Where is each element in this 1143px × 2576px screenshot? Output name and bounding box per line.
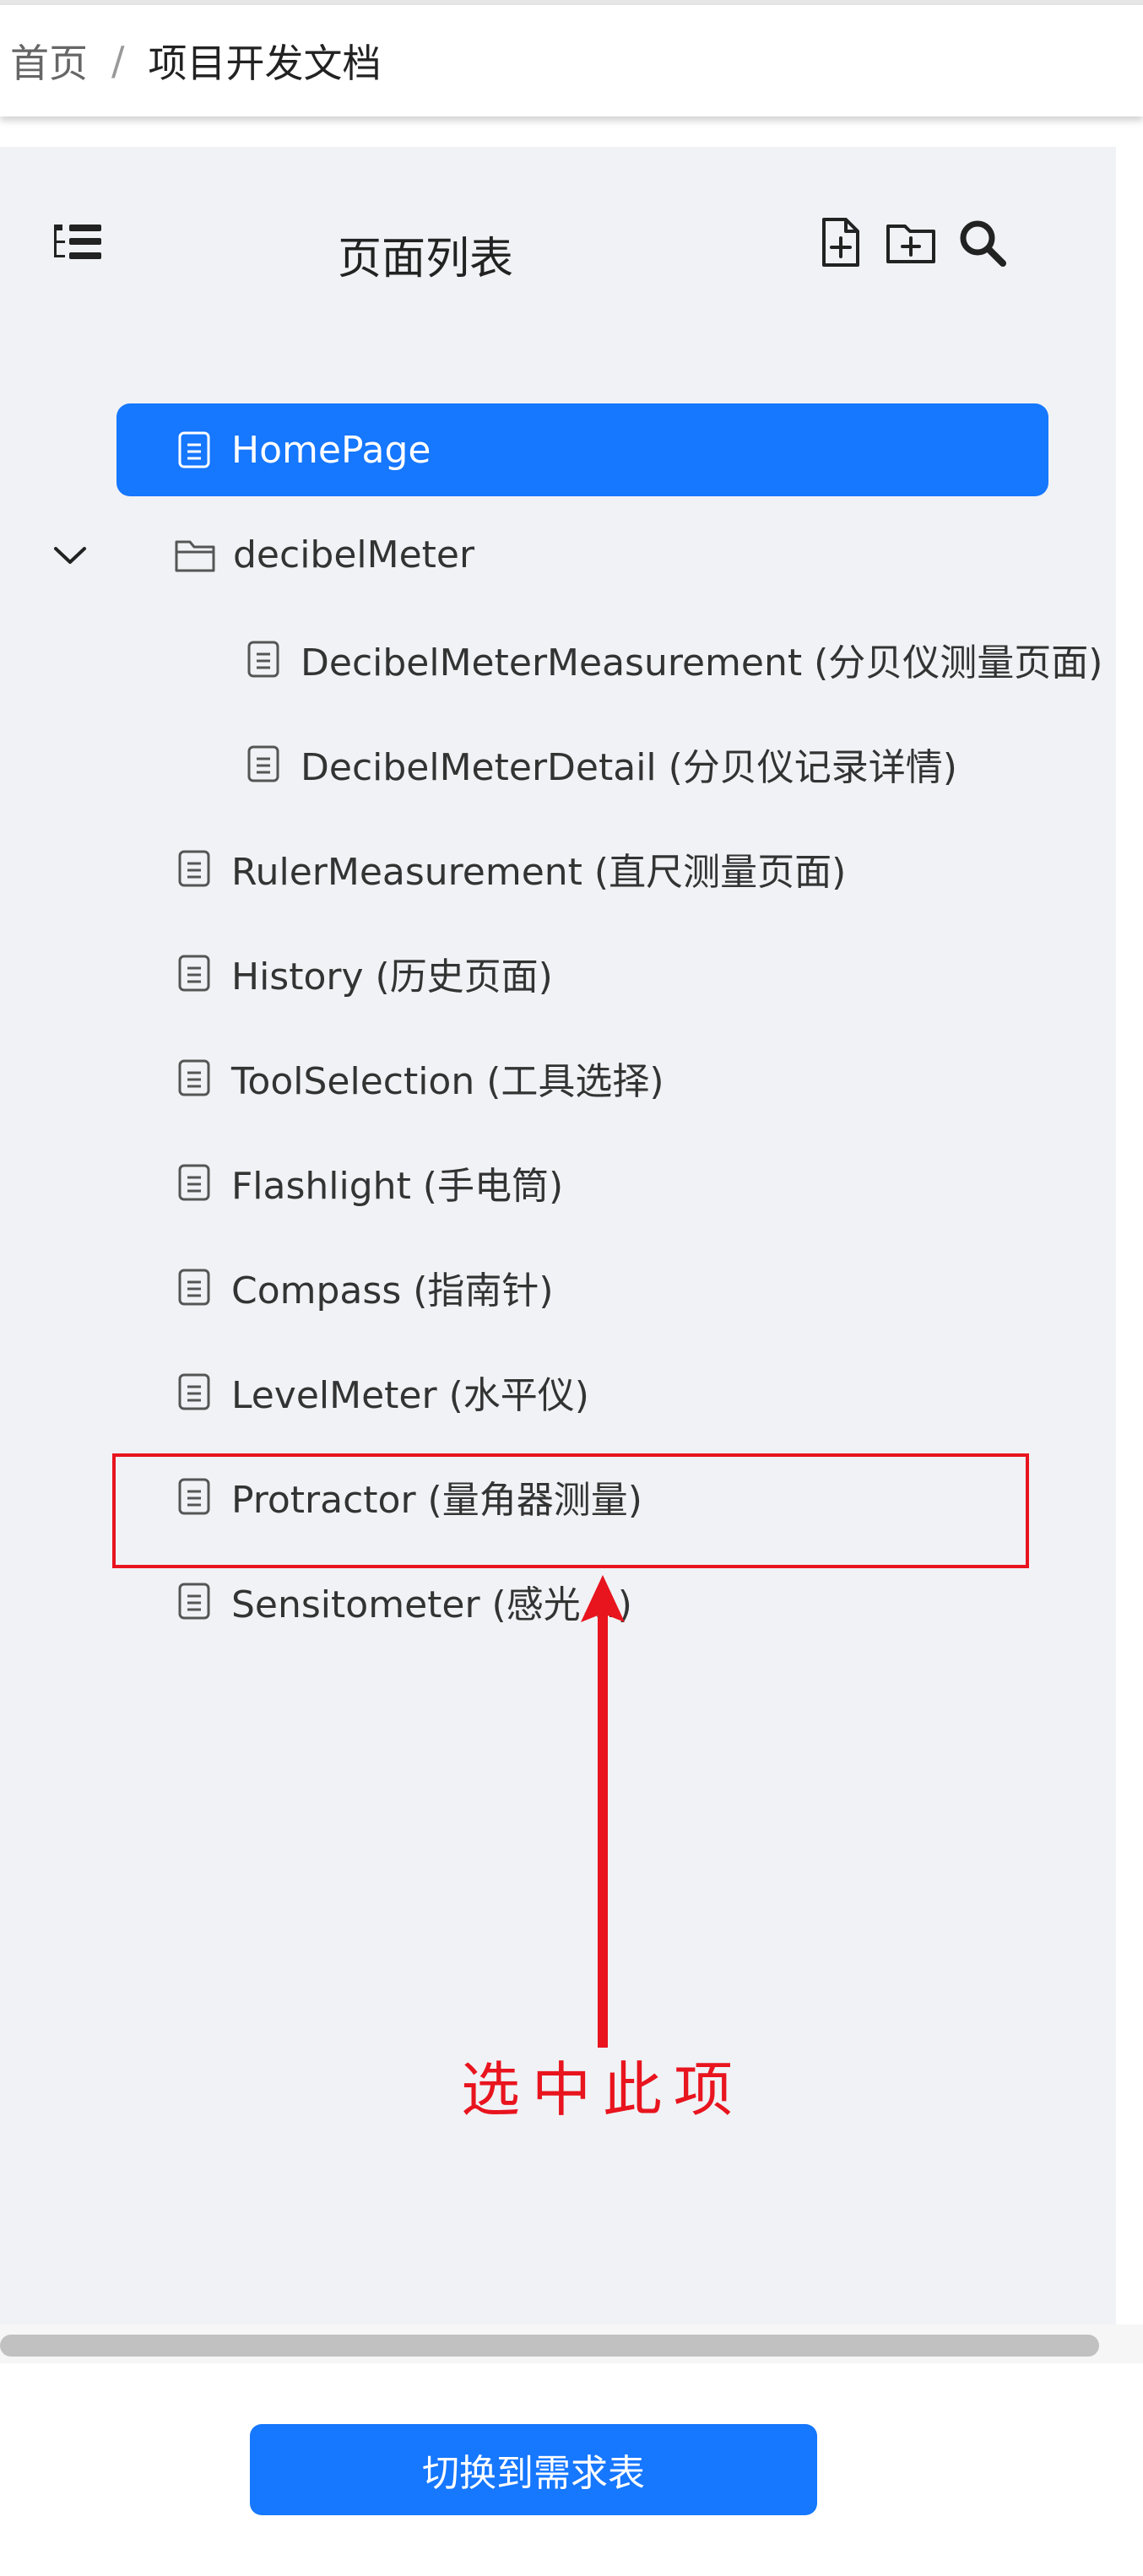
search-icon[interactable] xyxy=(956,216,1008,268)
tree-item-label: History (历史页面) xyxy=(231,955,553,998)
panel-actions xyxy=(814,216,1008,268)
breadcrumb-home-link[interactable]: 首页 xyxy=(10,33,88,89)
page-icon xyxy=(247,641,279,678)
page-icon xyxy=(178,1373,210,1410)
tree-item-levelmeter[interactable]: LevelMeter (水平仪) xyxy=(0,1345,1116,1438)
tree-item-label: ToolSelection (工具选择) xyxy=(231,1060,664,1103)
page-icon xyxy=(178,1164,210,1201)
panel-title: 页面列表 xyxy=(338,234,514,284)
collapse-tree-icon[interactable] xyxy=(51,221,105,268)
tree-item-history[interactable]: History (历史页面) xyxy=(0,927,1116,1020)
add-file-icon[interactable] xyxy=(814,216,866,268)
breadcrumb-current: 项目开发文档 xyxy=(148,41,382,86)
tree-item-sensitometer[interactable]: Sensitometer (感光…) xyxy=(0,1555,1116,1648)
tree-item-label: Compass (指南针) xyxy=(231,1269,554,1312)
tree-item-label: HomePage xyxy=(231,428,431,472)
tree-item-toolselection[interactable]: ToolSelection (工具选择) xyxy=(0,1031,1116,1124)
switch-to-requirements-button[interactable]: 切换到需求表 xyxy=(250,2424,817,2515)
annotation-highlight-box xyxy=(112,1453,1029,1568)
page-icon xyxy=(247,745,279,782)
tree-item-label: DecibelMeterMeasurement (分贝仪测量页面) xyxy=(301,641,1103,685)
page-icon xyxy=(178,431,210,468)
breadcrumb: 首页 / 项目开发文档 xyxy=(0,5,1143,116)
add-folder-icon[interactable] xyxy=(885,216,937,268)
panel-header: 页面列表 xyxy=(0,147,1116,349)
tree-item-homepage[interactable]: HomePage xyxy=(0,403,1116,496)
tree-item-label: LevelMeter (水平仪) xyxy=(231,1374,589,1417)
tree-item-label: Sensitometer (感光…) xyxy=(231,1583,632,1626)
annotation-label: 选中此项 xyxy=(461,2055,745,2124)
tree-item-compass[interactable]: Compass (指南针) xyxy=(0,1241,1116,1334)
page-icon xyxy=(178,955,210,992)
tree-item-label: decibelMeter xyxy=(233,533,475,576)
breadcrumb-separator: / xyxy=(111,38,125,84)
tree-folder-decibelmeter[interactable]: decibelMeter xyxy=(0,508,1116,601)
chevron-down-icon[interactable] xyxy=(51,538,89,572)
tree-item-label: Flashlight (手电筒) xyxy=(231,1165,564,1208)
tree-item-rulermeasurement[interactable]: RulerMeasurement (直尺测量页面) xyxy=(0,822,1116,915)
tree-item-label: RulerMeasurement (直尺测量页面) xyxy=(231,851,847,894)
folder-icon xyxy=(175,540,215,572)
page-icon xyxy=(178,1059,210,1096)
page-icon xyxy=(178,850,210,887)
tree-item-flashlight[interactable]: Flashlight (手电筒) xyxy=(0,1136,1116,1229)
annotation-arrow-up-icon xyxy=(581,1575,625,2048)
tree-item-decibelmeterdetail[interactable]: DecibelMeterDetail (分贝仪记录详情) xyxy=(0,717,1116,810)
page-icon xyxy=(178,1583,210,1620)
tree-item-decibelmetermeasurement[interactable]: DecibelMeterMeasurement (分贝仪测量页面) xyxy=(0,613,1116,706)
page-list-panel: 页面列表 HomePage decibelMeter DecibelMeterM… xyxy=(0,147,1116,2324)
horizontal-scrollbar-thumb[interactable] xyxy=(0,2335,1099,2357)
tree-item-label: DecibelMeterDetail (分贝仪记录详情) xyxy=(301,746,957,789)
page-icon xyxy=(178,1269,210,1306)
